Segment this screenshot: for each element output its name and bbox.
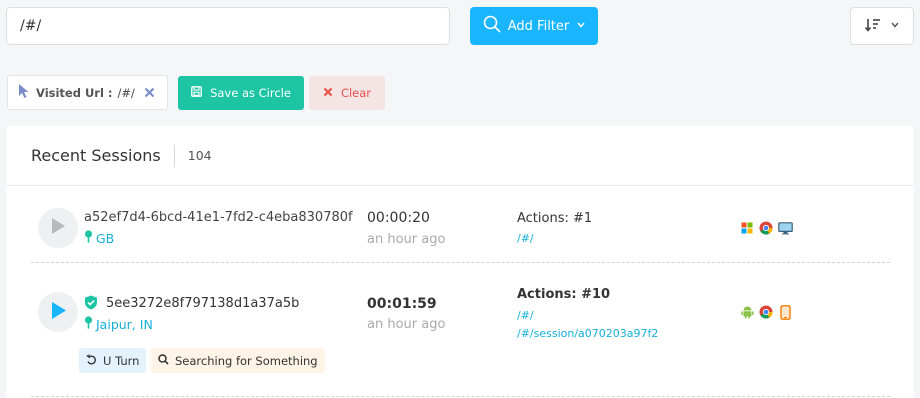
divider (173, 144, 175, 167)
row-divider (31, 396, 890, 397)
session-url[interactable]: /#/ (517, 309, 534, 322)
save-icon (191, 86, 202, 100)
tag-searching-for-something: Searching for Something (151, 348, 325, 373)
cursor-pointer-icon (17, 83, 31, 102)
map-pin-icon (84, 316, 93, 332)
play-icon (50, 301, 67, 324)
chrome-icon (758, 304, 774, 320)
session-time-ago: an hour ago (367, 232, 446, 247)
session-row[interactable]: 5ee3272e8f797138d1a37a5b Jaipur, IN 00:0… (31, 284, 890, 394)
clear-button[interactable]: Clear (309, 76, 385, 110)
filter-chip-visited-url: Visited Url : /#/ (7, 75, 168, 110)
tag-label: Searching for Something (175, 353, 318, 368)
session-platform-icons (739, 220, 793, 236)
search-input-value: /#/ (20, 18, 42, 34)
play-button[interactable] (38, 208, 78, 248)
location-text: GB (96, 230, 115, 246)
session-actions-count: Actions: #10 (517, 287, 611, 302)
clear-label: Clear (340, 86, 372, 100)
card-title: Recent Sessions (31, 146, 161, 165)
tag-label: U Turn (103, 353, 140, 368)
row-divider (31, 262, 890, 263)
play-button[interactable] (38, 292, 78, 332)
chrome-icon (758, 220, 774, 236)
save-as-circle-label: Save as Circle (210, 86, 291, 100)
android-icon (739, 304, 755, 320)
card-header: Recent Sessions 104 (6, 126, 914, 186)
session-actions-count: Actions: #1 (517, 211, 593, 226)
tag-u-turn: U Turn (79, 348, 147, 373)
session-location: GB (84, 230, 114, 246)
add-filter-button[interactable]: Add Filter (470, 7, 598, 45)
remove-filter-icon[interactable] (144, 84, 155, 102)
search-icon (483, 15, 501, 37)
session-duration: 00:01:59 (367, 296, 437, 312)
mobile-icon (777, 304, 793, 320)
close-icon (323, 86, 333, 100)
recent-sessions-card: Recent Sessions 104 a52ef7d4-6bcd-41e1-7… (6, 126, 914, 398)
add-filter-label: Add Filter (507, 18, 570, 34)
location-text: Jaipur, IN (96, 316, 153, 332)
chevron-down-icon (577, 21, 585, 31)
filter-chip-label: Visited Url : (36, 85, 113, 100)
session-id[interactable]: a52ef7d4-6bcd-41e1-7fd2-c4eba830780f (84, 210, 353, 225)
session-row[interactable]: a52ef7d4-6bcd-41e1-7fd2-c4eba830780f GB … (31, 203, 890, 261)
session-location: Jaipur, IN (84, 316, 153, 332)
session-id[interactable]: 5ee3272e8f797138d1a37a5b (106, 296, 299, 311)
map-pin-icon (84, 230, 93, 246)
session-count: 104 (187, 148, 212, 163)
verified-shield-icon (84, 295, 98, 314)
chevron-down-icon (891, 21, 899, 31)
session-platform-icons (739, 304, 793, 320)
sort-icon (864, 17, 881, 36)
session-url[interactable]: /#/ (517, 232, 534, 245)
search-icon (158, 353, 169, 368)
u-turn-icon (86, 354, 97, 368)
save-as-circle-button[interactable]: Save as Circle (178, 76, 304, 110)
search-input[interactable]: /#/ (6, 7, 450, 45)
filter-chip-value: /#/ (117, 85, 135, 100)
desktop-icon (777, 220, 793, 236)
windows-icon (739, 220, 755, 236)
sort-button[interactable] (850, 7, 914, 45)
session-duration: 00:00:20 (367, 210, 430, 226)
session-url[interactable]: /#/session/a070203a97f2 (517, 327, 658, 340)
play-icon (50, 217, 66, 239)
session-time-ago: an hour ago (367, 317, 446, 332)
